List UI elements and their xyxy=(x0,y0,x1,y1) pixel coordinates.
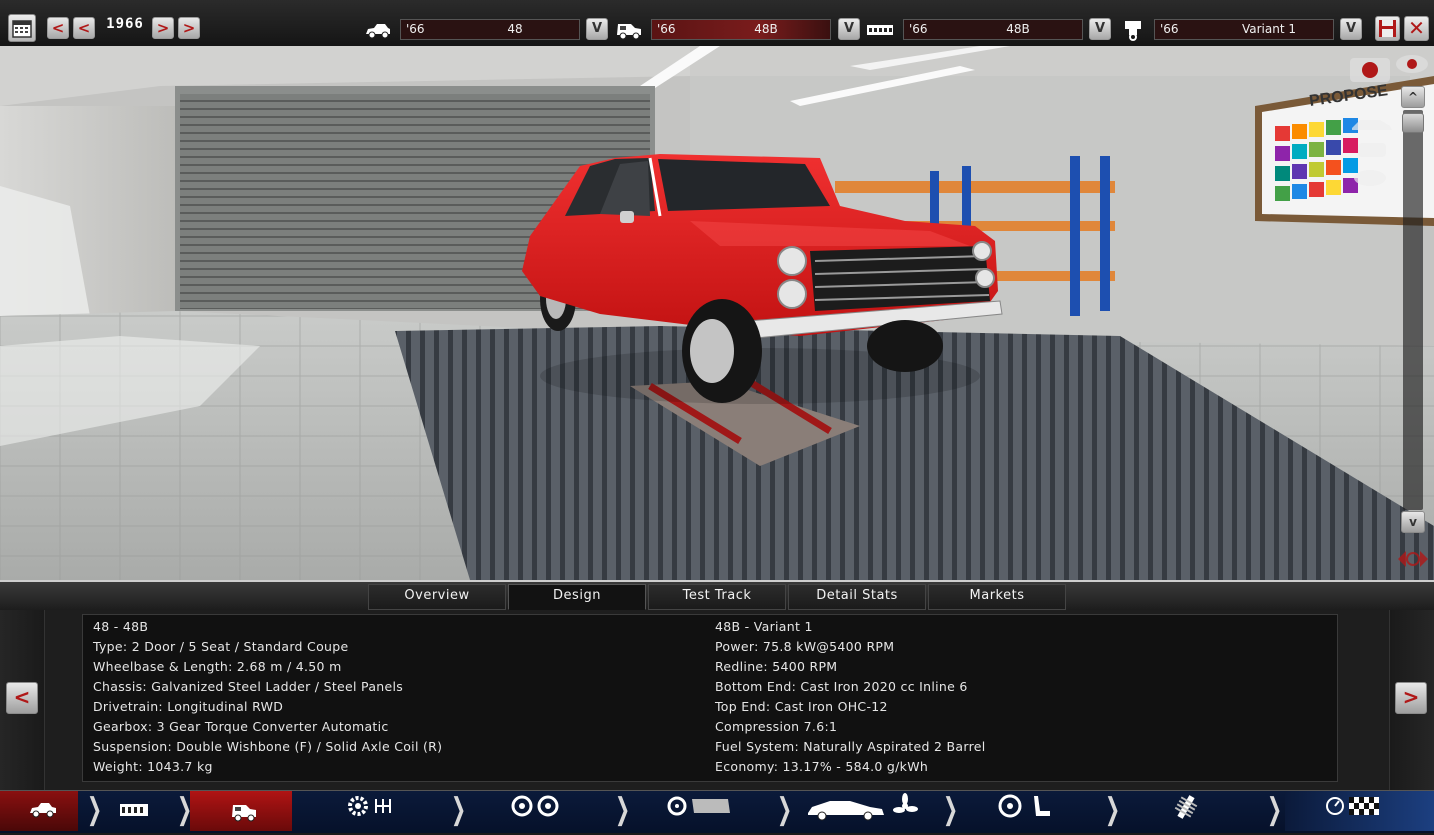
car-body-icon xyxy=(232,805,256,822)
floppy-disk-icon xyxy=(1379,20,1396,37)
model-dropdown-button[interactable]: V xyxy=(586,18,608,40)
save-button[interactable] xyxy=(1375,16,1400,41)
view-car-front-icon[interactable] xyxy=(1358,143,1386,157)
variant-selector[interactable]: '66 Variant 1 xyxy=(1154,19,1334,40)
shock-absorber-icon xyxy=(1174,795,1198,819)
tab-design[interactable]: Design xyxy=(508,584,646,610)
summary-compression: Compression 7.6:1 xyxy=(715,719,838,734)
summary-type: Type: 2 Door / 5 Seat / Standard Coupe xyxy=(93,639,349,654)
nav-chevron-icon: ❯ xyxy=(777,792,793,827)
summary-wheelbase: Wheelbase & Length: 2.68 m / 4.50 m xyxy=(93,659,342,674)
year-next-fast-button[interactable]: > xyxy=(178,17,200,39)
scrollbar-thumb[interactable] xyxy=(1402,113,1424,133)
calendar-icon[interactable] xyxy=(8,14,36,42)
nav-interior[interactable] xyxy=(960,791,1100,831)
car-3d-viewport[interactable]: PROPOSE xyxy=(0,46,1434,580)
trim-year: '66 xyxy=(657,22,676,36)
nav-chevron-icon: ❯ xyxy=(451,792,467,827)
summary-drivetrain: Drivetrain: Longitudinal RWD xyxy=(93,699,284,714)
nav-chevron-icon: ❯ xyxy=(615,792,631,827)
nav-trim-body[interactable] xyxy=(190,791,292,831)
variant-year: '66 xyxy=(1160,22,1179,36)
chassis-frame-icon xyxy=(120,804,148,816)
gear-icon xyxy=(348,796,391,816)
scrollbar-track[interactable] xyxy=(1403,110,1423,510)
model-name: 48 xyxy=(507,22,523,36)
engine-dropdown-button[interactable]: V xyxy=(1089,18,1111,40)
trim-selector[interactable]: '66 48B xyxy=(651,19,831,40)
garage-scene: PROPOSE xyxy=(0,46,1434,580)
model-year: '66 xyxy=(406,22,425,36)
engine-selector[interactable]: '66 48B xyxy=(903,19,1083,40)
eye-icon[interactable] xyxy=(1396,55,1428,73)
car-summary-panel: 48 - 48B Type: 2 Door / 5 Seat / Standar… xyxy=(82,614,1338,782)
nav-chassis[interactable] xyxy=(100,791,170,831)
nav-wheels[interactable] xyxy=(470,791,610,831)
summary-power: Power: 75.8 kW@5400 RPM xyxy=(715,639,895,654)
car-model-icon xyxy=(366,24,390,39)
nav-aero-cooling[interactable] xyxy=(800,791,940,831)
nav-suspension[interactable] xyxy=(1125,791,1265,831)
variant-dropdown-button[interactable]: V xyxy=(1340,18,1362,40)
car-body-icon xyxy=(617,24,641,40)
summary-economy: Economy: 13.17% - 584.0 g/kWh xyxy=(715,759,929,774)
nav-testing[interactable] xyxy=(1285,791,1434,831)
steering-wheel-icon xyxy=(998,794,1050,818)
tyre-icon xyxy=(667,796,730,816)
trim-name: 48B xyxy=(754,22,778,36)
view-car-top-icon[interactable] xyxy=(1354,170,1386,186)
year-prev-button[interactable]: < xyxy=(73,17,95,39)
gauge-icon xyxy=(1326,797,1379,815)
camera-icon[interactable] xyxy=(1350,58,1390,82)
tab-detail-stats[interactable]: Detail Stats xyxy=(788,584,926,610)
fan-icon xyxy=(893,793,918,813)
scroll-up-button[interactable]: ^ xyxy=(1401,86,1425,108)
summary-redline: Redline: 5400 RPM xyxy=(715,659,838,674)
year-next-button[interactable]: > xyxy=(152,17,174,39)
nav-chevron-icon: ❯ xyxy=(943,792,959,827)
engine-name: 48B xyxy=(1006,22,1030,36)
tab-test-track[interactable]: Test Track xyxy=(648,584,786,610)
close-button[interactable]: ✕ xyxy=(1404,16,1429,41)
trim-dropdown-button[interactable]: V xyxy=(838,18,860,40)
tab-markets[interactable]: Markets xyxy=(928,584,1066,610)
previous-car-button[interactable]: < xyxy=(6,682,38,714)
year-display: 1966 xyxy=(106,16,144,32)
nav-chevron-icon: ❯ xyxy=(1267,792,1283,827)
nav-car-model[interactable] xyxy=(0,791,78,831)
variant-name: Variant 1 xyxy=(1241,22,1296,36)
sports-car-icon xyxy=(808,793,918,821)
seat-icon xyxy=(1034,796,1050,816)
summary-chassis: Chassis: Galvanized Steel Ladder / Steel… xyxy=(93,679,404,694)
engine-block-icon xyxy=(867,25,893,35)
model-selector[interactable]: '66 48 xyxy=(400,19,580,40)
summary-title-right: 48B - Variant 1 xyxy=(715,619,813,634)
summary-weight: Weight: 1043.7 kg xyxy=(93,759,213,774)
nav-tyres-brakes[interactable] xyxy=(632,791,772,831)
top-toolbar: < < 1966 > > '66 48 V '66 48B V '66 48B … xyxy=(0,0,1434,47)
tab-overview[interactable]: Overview xyxy=(368,584,506,610)
next-car-button[interactable]: > xyxy=(1395,682,1427,714)
nav-chevron-icon: ❯ xyxy=(1105,792,1121,827)
checkered-flag-icon xyxy=(1349,797,1379,815)
engine-year: '66 xyxy=(909,22,928,36)
car-side-icon xyxy=(30,803,56,818)
nav-engine[interactable] xyxy=(300,791,440,831)
gearshift-icon xyxy=(375,799,391,813)
summary-top-end: Top End: Cast Iron OHC-12 xyxy=(715,699,888,714)
wheel-icon xyxy=(511,795,559,817)
piston-icon xyxy=(1125,21,1141,41)
summary-gearbox: Gearbox: 3 Gear Torque Converter Automat… xyxy=(93,719,389,734)
scroll-down-button[interactable]: v xyxy=(1401,511,1425,533)
summary-fuel-system: Fuel System: Naturally Aspirated 2 Barre… xyxy=(715,739,986,754)
summary-title-left: 48 - 48B xyxy=(93,619,149,634)
summary-suspension: Suspension: Double Wishbone (F) / Solid … xyxy=(93,739,443,754)
summary-bottom-end: Bottom End: Cast Iron 2020 cc Inline 6 xyxy=(715,679,968,694)
brake-disc-icon xyxy=(692,799,730,813)
year-prev-fast-button[interactable]: < xyxy=(47,17,69,39)
